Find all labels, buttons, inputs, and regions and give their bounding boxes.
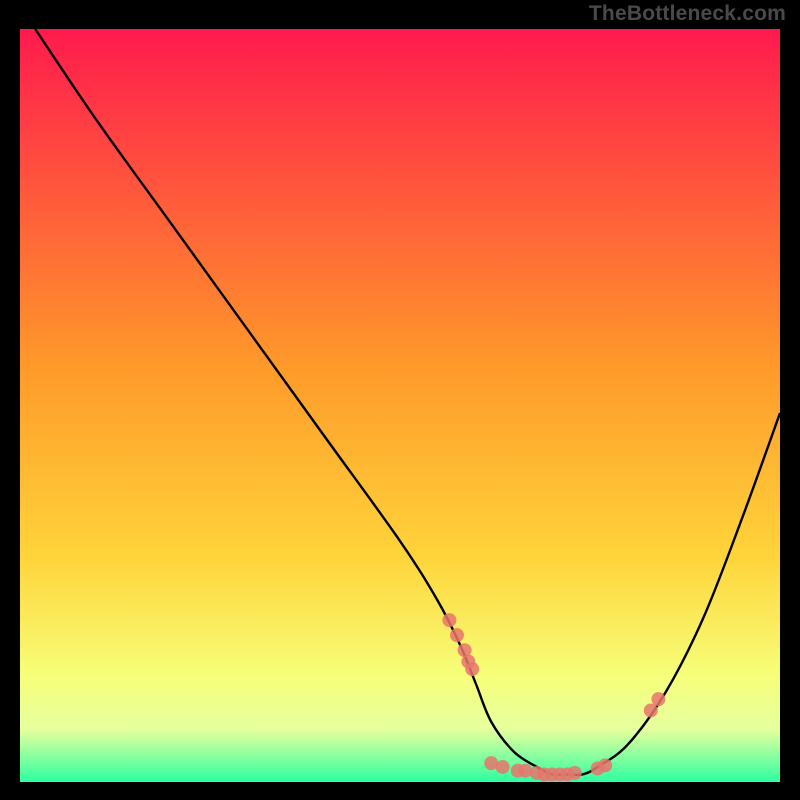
chart-svg <box>20 29 780 782</box>
sample-point <box>651 692 665 706</box>
sample-point <box>442 613 456 627</box>
sample-point <box>450 628 464 642</box>
plot-area <box>20 29 780 782</box>
sample-point <box>496 760 510 774</box>
sample-point <box>465 662 479 676</box>
sample-point <box>568 766 582 780</box>
sample-point <box>598 758 612 772</box>
gradient-background <box>20 29 780 782</box>
chart-frame: TheBottleneck.com <box>0 0 800 800</box>
watermark-text: TheBottleneck.com <box>589 2 786 26</box>
